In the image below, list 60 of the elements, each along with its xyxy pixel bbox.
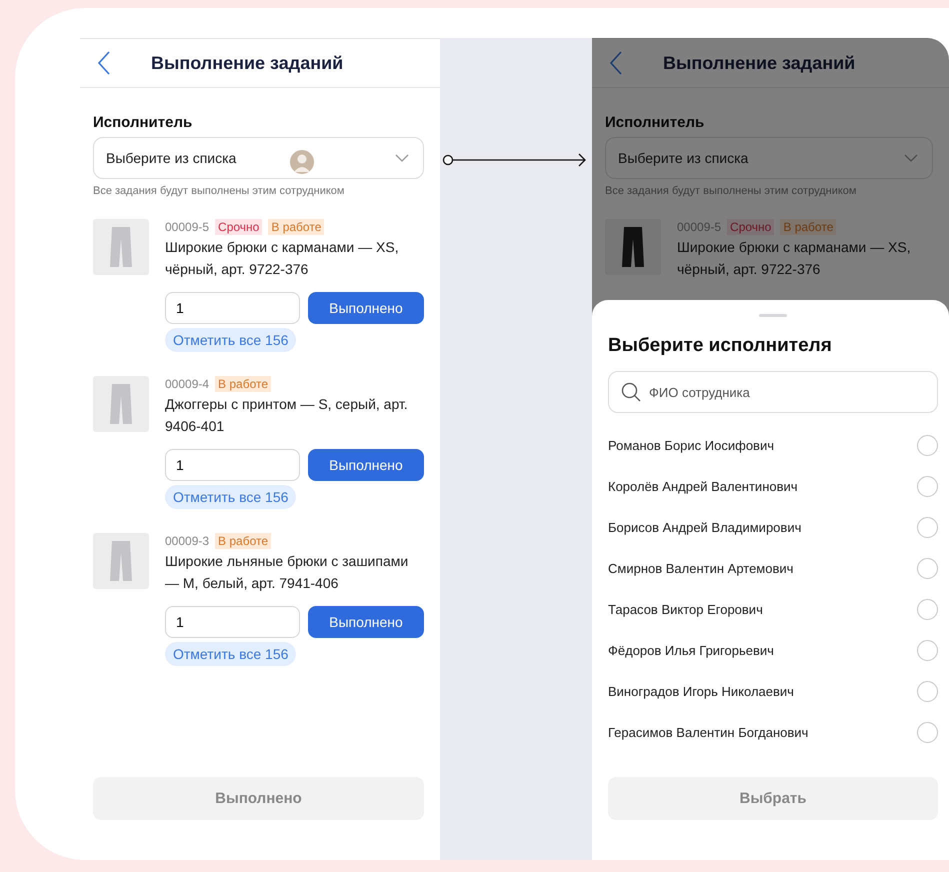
- product-name: Джоггеры с принтом — S, серый, арт. 9406-401: [165, 395, 409, 436]
- radio-button[interactable]: [917, 476, 938, 497]
- screen-title: Выполнение заданий: [151, 52, 344, 74]
- product-name: Широкие брюки с карманами — XS, чёрный, арт. 9722-376: [677, 238, 912, 279]
- photo-placeholder: [605, 219, 661, 275]
- search-icon: [621, 382, 641, 402]
- done-button[interactable]: Выполнено: [308, 449, 424, 481]
- radio-button[interactable]: [917, 558, 938, 579]
- quantity-field[interactable]: 1: [165, 606, 300, 638]
- quantity-field[interactable]: 1: [165, 292, 300, 324]
- employee-option[interactable]: Борисов Андрей Владимирович: [608, 507, 938, 548]
- task-code: 00009-5: [677, 220, 722, 234]
- radio-button[interactable]: [917, 435, 938, 456]
- executor-select[interactable]: Выберите из списка: [93, 137, 424, 179]
- task-code: 00009-5: [165, 220, 210, 234]
- employee-option[interactable]: Тарасов Виктор Егорович: [608, 589, 938, 630]
- product-name: Широкие брюки с карманами — XS, чёрный, арт. 9722-376: [165, 238, 400, 279]
- radio-button[interactable]: [917, 640, 938, 661]
- employee-option[interactable]: Фёдоров Илья Григорьевич: [608, 630, 938, 671]
- executor-hint: Все задания будут выполнены этим сотрудником: [605, 185, 858, 197]
- executor-hint: Все задания будут выполнены этим сотрудником: [93, 185, 346, 197]
- status-tag: В работе: [215, 376, 272, 392]
- quantity-field[interactable]: 1: [165, 449, 300, 481]
- task-code: 00009-4: [165, 377, 210, 391]
- sheet-title: Выберите исполнителя: [608, 335, 833, 357]
- status-tag: Срочно: [215, 219, 262, 235]
- mark-all-button[interactable]: Отметить все 156: [165, 328, 296, 352]
- task-code: 00009-3: [165, 534, 210, 548]
- employee-option[interactable]: Королёв Андрей Валентинович: [608, 466, 938, 507]
- photo-placeholder: [93, 376, 149, 432]
- screen-title: Выполнение заданий: [663, 52, 856, 74]
- status-tag: В работе: [215, 533, 272, 549]
- radio-button[interactable]: [917, 599, 938, 620]
- photo-placeholder: [93, 219, 149, 275]
- done-button[interactable]: Выполнено: [308, 292, 424, 324]
- mark-all-button[interactable]: Отметить все 156: [165, 642, 296, 666]
- done-button[interactable]: Выполнено: [308, 606, 424, 638]
- back-icon[interactable]: [609, 50, 623, 76]
- status-tag: В работе: [780, 219, 836, 235]
- executor-label: Исполнитель: [93, 114, 194, 131]
- product-name: Широкие льняные брюки с зашипами — M, белый, арт. 7941-406: [165, 552, 410, 593]
- radio-button[interactable]: [917, 517, 938, 538]
- avatar-icon: [288, 148, 316, 176]
- executor-label: Исполнитель: [605, 114, 706, 131]
- back-icon[interactable]: [97, 50, 111, 76]
- employee-option[interactable]: Виноградов Игорь Николаевич: [608, 671, 938, 712]
- sheet-handle[interactable]: [759, 314, 787, 317]
- status-tag: В работе: [268, 219, 324, 235]
- executor-select[interactable]: Выберите из списка: [605, 137, 933, 179]
- mark-all-button[interactable]: Отметить все 156: [165, 485, 296, 509]
- radio-button[interactable]: [917, 722, 938, 743]
- photo-placeholder: [93, 533, 149, 589]
- chevron-down-icon: [395, 154, 409, 162]
- radio-button[interactable]: [917, 681, 938, 702]
- employee-option[interactable]: Романов Борис Иосифович: [608, 425, 938, 466]
- chevron-down-icon: [904, 154, 918, 162]
- status-tag: Срочно: [727, 219, 774, 235]
- employee-option[interactable]: Смирнов Валентин Артемович: [608, 548, 938, 589]
- employee-option[interactable]: Герасимов Валентин Богданович: [608, 712, 938, 753]
- search-field[interactable]: ФИО сотрудника: [608, 371, 938, 413]
